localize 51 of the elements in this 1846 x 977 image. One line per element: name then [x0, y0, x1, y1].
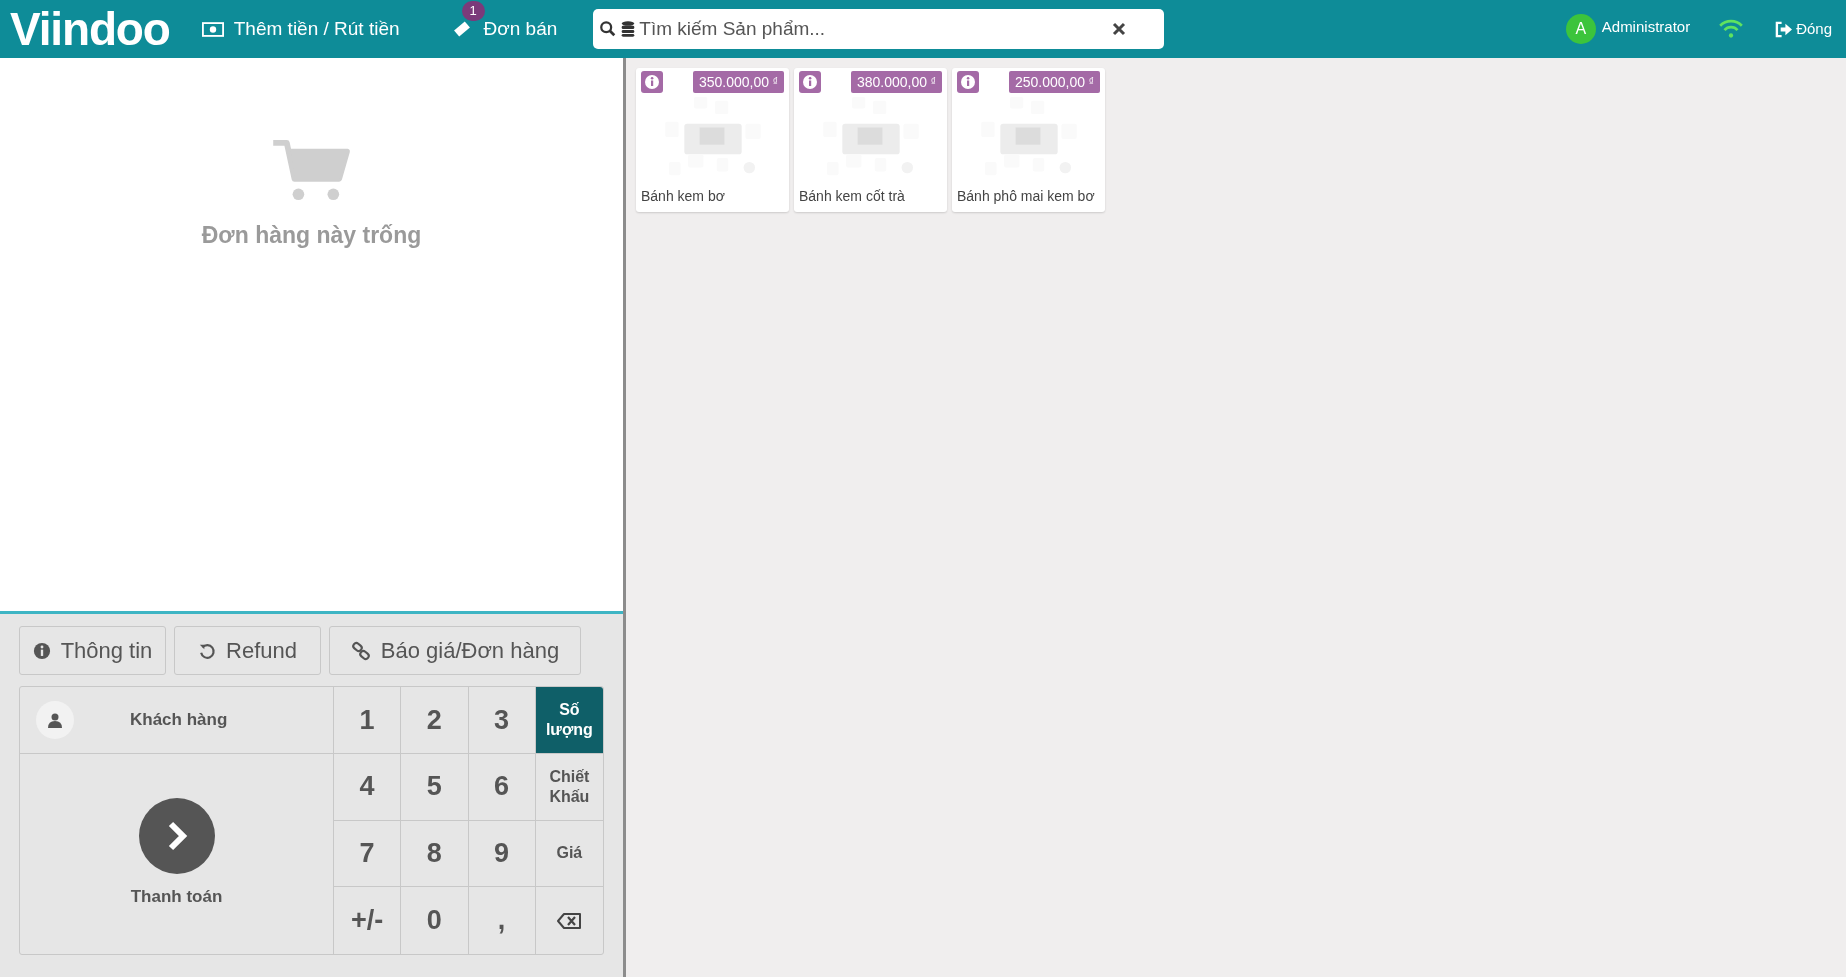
- sign-out-icon: [1774, 20, 1794, 38]
- logo: Viindoo: [10, 6, 170, 52]
- customer-button[interactable]: Khách hàng: [20, 687, 333, 754]
- banknote-icon: [201, 21, 224, 37]
- undo-icon: [198, 641, 216, 660]
- numpad-key[interactable]: 3: [468, 687, 536, 754]
- price-tag: 250.000,00 ₫: [1008, 71, 1100, 93]
- close-session-button[interactable]: Đóng: [1774, 17, 1832, 41]
- action-button[interactable]: Thông tin: [19, 626, 166, 675]
- numpad-key[interactable]: 8: [401, 820, 469, 888]
- search-icon: [599, 20, 618, 38]
- product-card[interactable]: Bánh kem cốt trà 380.000,00 ₫: [794, 68, 947, 212]
- product-card[interactable]: Bánh phô mai kem bơ 250.000,00 ₫: [952, 68, 1105, 212]
- product-name: Bánh kem cốt trà: [798, 187, 905, 206]
- numpad-key[interactable]: 2: [401, 687, 469, 754]
- info-icon[interactable]: [641, 71, 663, 93]
- numpad-key[interactable]: 9: [468, 820, 536, 888]
- numpad-key[interactable]: 7: [334, 820, 402, 888]
- backspace-icon: [556, 911, 583, 930]
- info-icon: [32, 641, 51, 660]
- numpad-key[interactable]: ,: [468, 887, 536, 954]
- numpad-key[interactable]: 6: [468, 753, 536, 821]
- numpad-key[interactable]: +/-: [334, 887, 402, 954]
- info-icon[interactable]: [799, 71, 821, 93]
- wifi-icon[interactable]: [1718, 19, 1745, 39]
- search-bar[interactable]: Tìm kiếm Sản phẩm...: [593, 9, 1165, 49]
- close-icon[interactable]: [1112, 22, 1127, 36]
- product-name: Bánh phô mai kem bơ: [956, 187, 1095, 206]
- payment-button[interactable]: Thanh toán: [20, 754, 333, 954]
- numpad-key[interactable]: 0: [401, 887, 469, 954]
- mode-button[interactable]: Chiết Khấu: [535, 753, 603, 821]
- product-card[interactable]: Bánh kem bơ 350.000,00 ₫: [636, 68, 789, 212]
- empty-order-message: Đơn hàng này trống: [201, 221, 422, 250]
- search-field[interactable]: Tìm kiếm Sản phẩm...: [639, 14, 1113, 44]
- product-name: Bánh kem bơ: [640, 187, 725, 206]
- cash-button[interactable]: Thêm tiền / Rút tiền: [201, 14, 400, 44]
- link-icon: [350, 640, 371, 661]
- user-icon: [36, 701, 74, 739]
- mode-button[interactable]: Số lượng: [535, 687, 603, 754]
- numpad-key[interactable]: 4: [334, 753, 402, 821]
- action-button[interactable]: Báo giá/Đơn hàng: [329, 626, 581, 675]
- price-tag: 380.000,00 ₫: [850, 71, 942, 93]
- numpad-key[interactable]: 1: [334, 687, 402, 754]
- mode-button[interactable]: Giá: [535, 820, 603, 888]
- user-avatar: A: [1565, 14, 1596, 44]
- action-button[interactable]: Refund: [174, 626, 321, 675]
- info-icon[interactable]: [957, 71, 979, 93]
- user-name[interactable]: Administrator: [1601, 15, 1691, 39]
- order-count-badge: 1: [461, 0, 485, 21]
- numpad-key[interactable]: 5: [401, 753, 469, 821]
- price-tag: 350.000,00 ₫: [692, 71, 784, 93]
